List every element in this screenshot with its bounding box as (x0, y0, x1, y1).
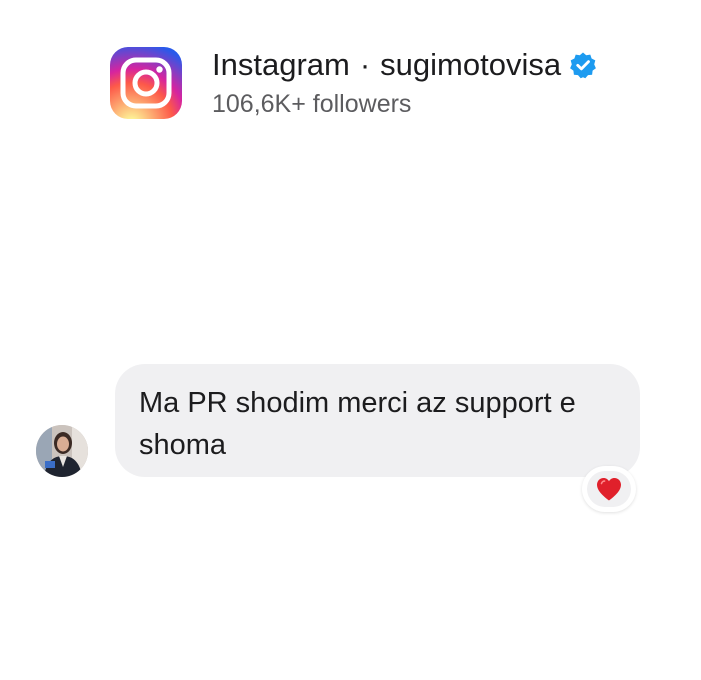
verified-badge-icon (570, 52, 596, 79)
profile-header: Instagram · sugimotovisa 106,6K+ followe… (110, 46, 597, 120)
reaction-pill (587, 471, 631, 507)
header-title-row: Instagram · sugimotovisa (212, 46, 597, 84)
header-text: Instagram · sugimotovisa 106,6K+ followe… (212, 46, 597, 120)
red-heart-icon (597, 478, 621, 501)
message-bubble[interactable]: Ma PR shodim merci az support e shoma (115, 364, 640, 477)
follower-count: 106,6K+ followers (212, 90, 412, 118)
message-reaction[interactable] (582, 466, 636, 512)
sender-avatar[interactable] (36, 425, 88, 477)
message-text: Ma PR shodim merci az support e shoma (139, 387, 576, 461)
instagram-logo-icon (110, 47, 182, 119)
platform-name: Instagram (212, 47, 350, 82)
username[interactable]: sugimotovisa (380, 46, 561, 84)
title-separator: · (359, 47, 371, 82)
